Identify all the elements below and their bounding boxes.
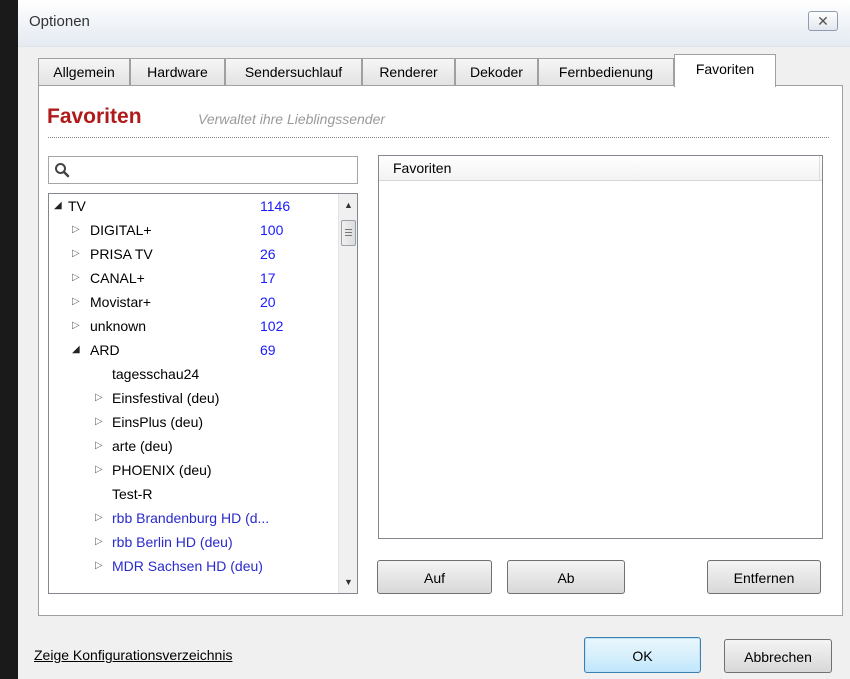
header-divider bbox=[48, 137, 829, 138]
collapsed-arrow-icon[interactable]: ▷ bbox=[72, 266, 80, 290]
tree-node-tagesschau24[interactable]: tagesschau24 bbox=[49, 362, 339, 386]
ok-button[interactable]: OK bbox=[584, 637, 701, 673]
tree-node-einsplus[interactable]: ▷ EinsPlus (deu) bbox=[49, 410, 339, 434]
tree-scrollbar[interactable]: ▲ ▼ bbox=[338, 194, 357, 593]
search-box[interactable] bbox=[48, 156, 358, 184]
tree-node-arte[interactable]: ▷ arte (deu) bbox=[49, 434, 339, 458]
page-subtitle: Verwaltet ihre Lieblingssender bbox=[198, 111, 386, 127]
channel-count: 102 bbox=[260, 318, 284, 334]
collapsed-arrow-icon[interactable]: ▷ bbox=[72, 218, 80, 242]
collapsed-arrow-icon[interactable]: ▷ bbox=[95, 554, 103, 578]
tab-sendersuchlauf[interactable]: Sendersuchlauf bbox=[225, 58, 362, 86]
collapsed-arrow-icon[interactable]: ▷ bbox=[72, 290, 80, 314]
tree-node-label: PHOENIX (deu) bbox=[112, 462, 212, 478]
channel-count: 1146 bbox=[260, 198, 291, 214]
channel-count: 100 bbox=[260, 222, 284, 238]
collapsed-arrow-icon[interactable]: ▷ bbox=[95, 410, 103, 434]
favorites-list[interactable]: Favoriten bbox=[378, 155, 823, 539]
tree-node-rbb-berlin-hd[interactable]: ▷ rbb Berlin HD (deu) bbox=[49, 530, 339, 554]
channel-count: 26 bbox=[260, 246, 276, 262]
channel-count: 69 bbox=[260, 342, 276, 358]
show-config-directory-link[interactable]: Zeige Konfigurationsverzeichnis bbox=[34, 647, 232, 663]
tab-favoriten[interactable]: Favoriten bbox=[674, 54, 776, 87]
title-bar: Optionen ✕ bbox=[18, 0, 850, 47]
tree-node-test-r[interactable]: Test-R bbox=[49, 482, 339, 506]
collapsed-arrow-icon[interactable]: ▷ bbox=[72, 314, 80, 338]
close-button[interactable]: ✕ bbox=[808, 11, 838, 31]
tab-hardware[interactable]: Hardware bbox=[130, 58, 225, 86]
move-down-button[interactable]: Ab bbox=[507, 560, 625, 594]
tree-node-rbb-brandenburg-hd[interactable]: ▷ rbb Brandenburg HD (d... bbox=[49, 506, 339, 530]
tree-node-phoenix[interactable]: ▷ PHOENIX (deu) bbox=[49, 458, 339, 482]
channel-count: 20 bbox=[260, 294, 276, 310]
tree-node-label: ARD bbox=[90, 342, 120, 358]
expanded-arrow-icon[interactable]: ◢ bbox=[72, 338, 80, 362]
close-icon: ✕ bbox=[817, 12, 829, 29]
collapsed-arrow-icon[interactable]: ▷ bbox=[95, 530, 103, 554]
search-input[interactable] bbox=[73, 159, 357, 183]
scroll-down-arrow-icon[interactable]: ▼ bbox=[339, 573, 357, 591]
tree-node-tv[interactable]: ◢ TV 1146 bbox=[49, 194, 339, 218]
collapsed-arrow-icon[interactable]: ▷ bbox=[95, 506, 103, 530]
tree-node-label: arte (deu) bbox=[112, 438, 173, 454]
tree-node-label: tagesschau24 bbox=[112, 366, 200, 382]
favorites-column-header[interactable]: Favoriten bbox=[379, 156, 822, 181]
tree-node-label: Movistar+ bbox=[90, 294, 152, 310]
tree-node-unknown[interactable]: ▷ unknown 102 bbox=[49, 314, 339, 338]
tree-node-mdr-sachsen-hd[interactable]: ▷ MDR Sachsen HD (deu) bbox=[49, 554, 339, 578]
tree-node-label: Test-R bbox=[112, 486, 153, 502]
tree-node-movistar-plus[interactable]: ▷ Movistar+ 20 bbox=[49, 290, 339, 314]
column-header-label: Favoriten bbox=[393, 160, 452, 176]
tree-node-ard[interactable]: ◢ ARD 69 bbox=[49, 338, 339, 362]
tree-node-label: EinsPlus (deu) bbox=[112, 414, 204, 430]
options-window: Optionen ✕ Allgemein Hardware Sendersuch… bbox=[18, 0, 850, 679]
collapsed-arrow-icon[interactable]: ▷ bbox=[72, 242, 80, 266]
move-up-button[interactable]: Auf bbox=[377, 560, 492, 594]
tab-allgemein[interactable]: Allgemein bbox=[38, 58, 130, 86]
channel-count: 17 bbox=[260, 270, 276, 286]
tree-node-einsfestival[interactable]: ▷ Einsfestival (deu) bbox=[49, 386, 339, 410]
cancel-button[interactable]: Abbrechen bbox=[724, 639, 832, 673]
tree-node-label: PRISA TV bbox=[90, 246, 153, 262]
scroll-up-arrow-icon[interactable]: ▲ bbox=[339, 196, 357, 214]
tree-node-label: MDR Sachsen HD (deu) bbox=[112, 558, 263, 574]
collapsed-arrow-icon[interactable]: ▷ bbox=[95, 386, 103, 410]
window-title: Optionen bbox=[29, 13, 90, 30]
tab-fernbedienung[interactable]: Fernbedienung bbox=[538, 58, 674, 86]
tree-node-label: DIGITAL+ bbox=[90, 222, 152, 238]
tab-dekoder[interactable]: Dekoder bbox=[455, 58, 538, 86]
tree-node-label: rbb Berlin HD (deu) bbox=[112, 534, 233, 550]
tab-renderer[interactable]: Renderer bbox=[362, 58, 455, 86]
tree-node-prisa-tv[interactable]: ▷ PRISA TV 26 bbox=[49, 242, 339, 266]
collapsed-arrow-icon[interactable]: ▷ bbox=[95, 434, 103, 458]
channel-tree[interactable]: ◢ TV 1146 ▷ DIGITAL+ 100 ▷ PRISA TV 26 ▷… bbox=[48, 193, 358, 594]
tree-node-canal-plus[interactable]: ▷ CANAL+ 17 bbox=[49, 266, 339, 290]
page-title: Favoriten bbox=[47, 105, 142, 128]
tree-node-label: TV bbox=[68, 198, 86, 214]
tree-node-label: unknown bbox=[90, 318, 147, 334]
tree-node-digital-plus[interactable]: ▷ DIGITAL+ 100 bbox=[49, 218, 339, 242]
expanded-arrow-icon[interactable]: ◢ bbox=[54, 194, 62, 218]
tree-node-label: CANAL+ bbox=[90, 270, 145, 286]
remove-button[interactable]: Entfernen bbox=[707, 560, 821, 594]
tree-node-label: Einsfestival (deu) bbox=[112, 390, 220, 406]
tree-node-label: rbb Brandenburg HD (d... bbox=[112, 510, 270, 526]
scroll-thumb[interactable] bbox=[341, 220, 356, 246]
favorites-panel: Favoriten Verwaltet ihre Lieblingssender… bbox=[38, 85, 843, 616]
collapsed-arrow-icon[interactable]: ▷ bbox=[95, 458, 103, 482]
search-icon bbox=[55, 163, 70, 178]
